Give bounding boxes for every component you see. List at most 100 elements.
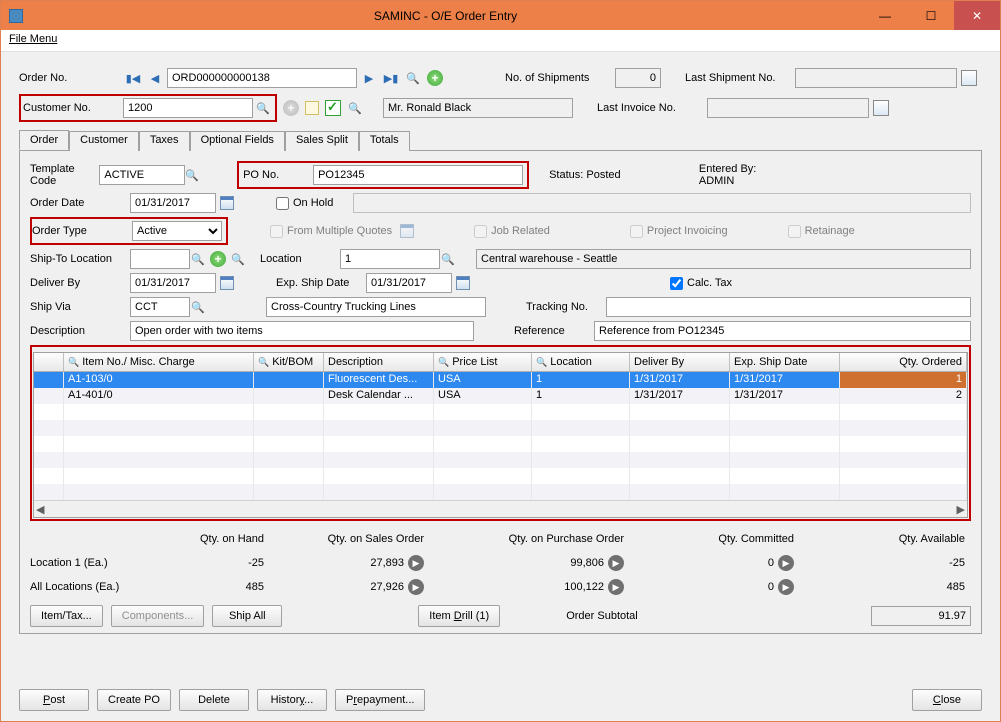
- tab-sales-split[interactable]: Sales Split: [285, 131, 359, 151]
- table-row[interactable]: [34, 436, 967, 452]
- item-drill-button[interactable]: Item Drill (1): [418, 605, 500, 627]
- template-finder-icon[interactable]: 🔍: [185, 167, 199, 183]
- first-record-icon[interactable]: ▮◀: [125, 70, 141, 86]
- stat-r1-comm: 0: [768, 557, 774, 569]
- grid-body[interactable]: A1-103/0Fluorescent Des...USA11/31/20171…: [34, 372, 967, 500]
- drill-icon[interactable]: ▶: [778, 555, 794, 571]
- exp-ship-calendar-icon[interactable]: [456, 276, 470, 290]
- col-kit[interactable]: 🔍Kit/BOM: [254, 353, 324, 371]
- tab-optional-fields[interactable]: Optional Fields: [190, 131, 285, 151]
- col-rowheader[interactable]: [34, 353, 64, 371]
- po-input[interactable]: [313, 165, 523, 185]
- on-hold-checkbox[interactable]: [276, 197, 289, 210]
- order-no-input[interactable]: [167, 68, 357, 88]
- titlebar[interactable]: SAMINC - O/E Order Entry — ☐ ✕: [1, 1, 1000, 30]
- order-date-calendar-icon[interactable]: [220, 196, 234, 210]
- retainage-label: Retainage: [805, 225, 855, 237]
- tab-order[interactable]: Order: [19, 130, 69, 150]
- tab-totals[interactable]: Totals: [359, 131, 410, 151]
- ship-via-desc[interactable]: [266, 297, 486, 317]
- ship-via-finder-icon[interactable]: 🔍: [190, 299, 206, 315]
- shipto-finder-icon[interactable]: 🔍: [190, 251, 206, 267]
- order-date-input[interactable]: [130, 193, 216, 213]
- menubar: File Menu: [1, 30, 1000, 52]
- customer-finder-icon[interactable]: 🔍: [255, 100, 271, 116]
- drill-icon[interactable]: ▶: [608, 555, 624, 571]
- last-invoice-label: Last Invoice No.: [597, 102, 707, 114]
- stats-panel: Qty. on Hand Qty. on Sales Order Qty. on…: [30, 527, 971, 599]
- ship-via-input[interactable]: [130, 297, 190, 317]
- col-desc[interactable]: Description: [324, 353, 434, 371]
- prev-record-icon[interactable]: ◀: [147, 70, 163, 86]
- minimize-button[interactable]: —: [862, 1, 908, 30]
- template-input[interactable]: [99, 165, 185, 185]
- item-tax-button[interactable]: Item/Tax...: [30, 605, 103, 627]
- file-menu[interactable]: File Menu: [9, 33, 57, 45]
- customer-zoom-icon[interactable]: 🔍: [347, 100, 363, 116]
- col-item[interactable]: 🔍Item No./ Misc. Charge: [64, 353, 254, 371]
- shipto-input[interactable]: [130, 249, 190, 269]
- deliver-by-calendar-icon[interactable]: [220, 276, 234, 290]
- last-record-icon[interactable]: ▶▮: [383, 70, 399, 86]
- drill-icon[interactable]: ▶: [408, 579, 424, 595]
- table-row[interactable]: [34, 468, 967, 484]
- drill-icon[interactable]: ▶: [778, 579, 794, 595]
- table-row[interactable]: [34, 452, 967, 468]
- customer-name: [383, 98, 573, 118]
- history-button[interactable]: History...: [257, 689, 327, 711]
- table-row[interactable]: [34, 404, 967, 420]
- new-record-icon[interactable]: +: [427, 70, 443, 86]
- reference-input[interactable]: [594, 321, 971, 341]
- close-button[interactable]: Close: [912, 689, 982, 711]
- customer-note-icon[interactable]: [305, 101, 319, 115]
- create-po-button[interactable]: Create PO: [97, 689, 171, 711]
- delete-button[interactable]: Delete: [179, 689, 249, 711]
- table-row[interactable]: [34, 484, 967, 500]
- post-button[interactable]: Post: [19, 689, 89, 711]
- col-qty[interactable]: Qty. Ordered: [840, 353, 967, 371]
- close-window-button[interactable]: ✕: [954, 1, 1000, 30]
- ship-all-button[interactable]: Ship All: [212, 605, 282, 627]
- location-finder-icon[interactable]: 🔍: [440, 251, 456, 267]
- tracking-input[interactable]: [606, 297, 971, 317]
- drill-icon[interactable]: ▶: [408, 555, 424, 571]
- retainage-checkbox: [788, 225, 801, 238]
- description-input[interactable]: [130, 321, 474, 341]
- shipto-new-icon[interactable]: +: [210, 251, 226, 267]
- col-loc[interactable]: 🔍Location: [532, 353, 630, 371]
- next-record-icon[interactable]: ▶: [361, 70, 377, 86]
- col-price[interactable]: 🔍Price List: [434, 353, 532, 371]
- shipto-zoom-icon[interactable]: 🔍: [230, 251, 246, 267]
- calc-tax-checkbox[interactable]: [670, 277, 683, 290]
- project-invoicing-checkbox: [630, 225, 643, 238]
- location-input[interactable]: [340, 249, 440, 269]
- stat-r1-avail: -25: [949, 557, 965, 569]
- col-ship[interactable]: Exp. Ship Date: [730, 353, 840, 371]
- stat-r2-onpo: 100,122: [564, 581, 604, 593]
- job-related-checkbox: [474, 225, 487, 238]
- exp-ship-input[interactable]: [366, 273, 452, 293]
- quotes-calendar-icon: [400, 224, 414, 238]
- calc-tax-label: Calc. Tax: [687, 277, 732, 289]
- status-text: Status: Posted: [549, 169, 699, 181]
- customer-no-input[interactable]: [123, 98, 253, 118]
- table-row[interactable]: A1-401/0Desk Calendar ...USA11/31/20171/…: [34, 388, 967, 404]
- table-row[interactable]: [34, 420, 967, 436]
- grid-hscroll[interactable]: ◀▶: [34, 500, 967, 517]
- prepayment-button[interactable]: Prepayment...: [335, 689, 426, 711]
- drilldown-shipment-icon[interactable]: [961, 70, 977, 86]
- col-deliver[interactable]: Deliver By: [630, 353, 730, 371]
- table-row[interactable]: A1-103/0Fluorescent Des...USA11/31/20171…: [34, 372, 967, 388]
- deliver-by-input[interactable]: [130, 273, 216, 293]
- finder-icon[interactable]: 🔍: [405, 70, 421, 86]
- stat-row1-label: Location 1 (Ea.): [30, 557, 150, 569]
- drilldown-invoice-icon[interactable]: [873, 100, 889, 116]
- reference-label: Reference: [514, 325, 594, 337]
- drill-icon[interactable]: ▶: [608, 579, 624, 595]
- order-type-select[interactable]: Active: [132, 221, 222, 241]
- tab-taxes[interactable]: Taxes: [139, 131, 190, 151]
- customer-approve-icon[interactable]: [325, 100, 341, 116]
- line-items-grid[interactable]: 🔍Item No./ Misc. Charge 🔍Kit/BOM Descrip…: [33, 352, 968, 518]
- tab-customer[interactable]: Customer: [69, 131, 139, 151]
- maximize-button[interactable]: ☐: [908, 1, 954, 30]
